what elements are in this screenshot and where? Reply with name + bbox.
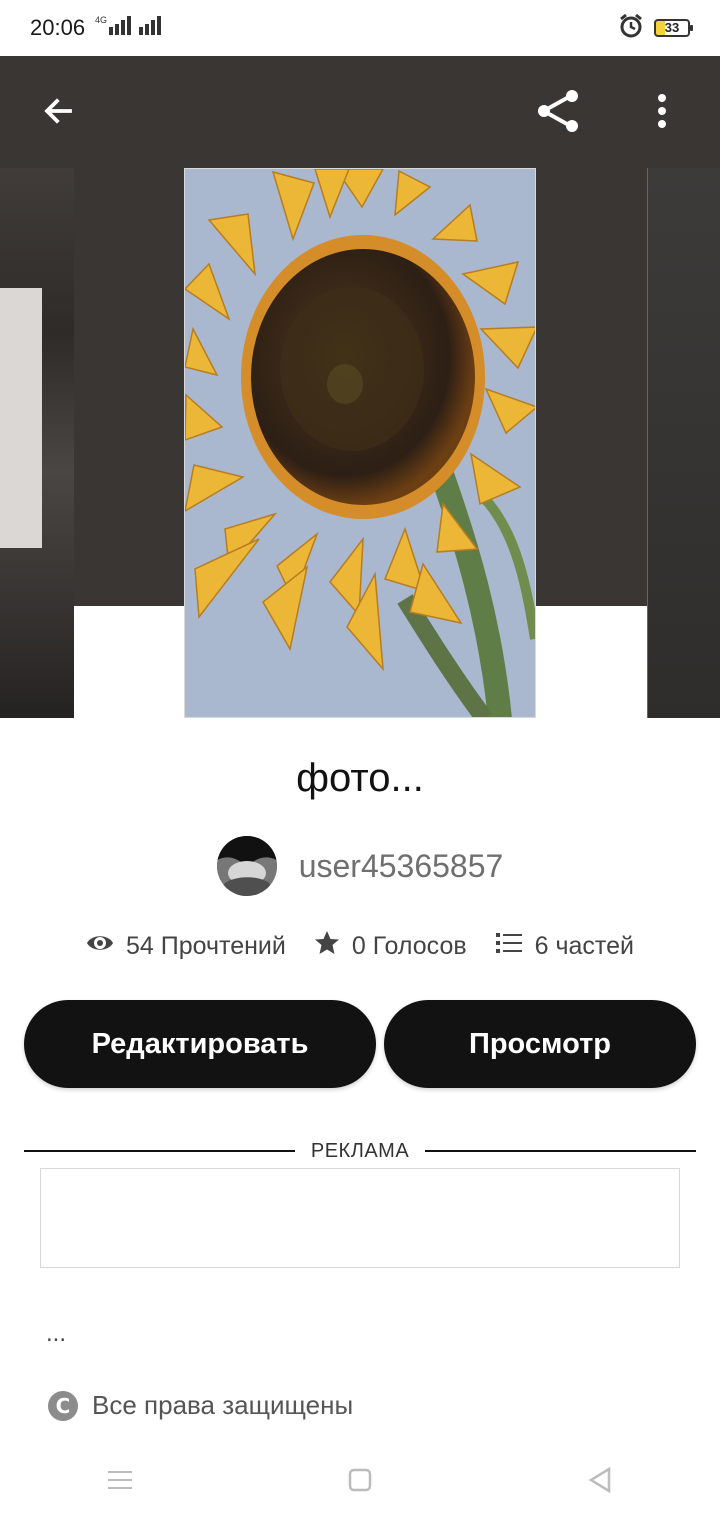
previous-cover[interactable] xyxy=(0,168,74,718)
votes-count: 0 Голосов xyxy=(351,932,467,960)
system-nav-bar xyxy=(0,1440,720,1520)
copyright-icon: C xyxy=(48,1390,78,1421)
author-name[interactable]: user45365857 xyxy=(299,848,504,885)
top-app-bar xyxy=(0,56,720,166)
rights-text: Все права защищены xyxy=(92,1390,354,1420)
votes-stat: 0 Голосов xyxy=(314,930,467,963)
status-right: 33 xyxy=(618,13,693,44)
ad-box[interactable] xyxy=(40,1168,680,1268)
ad-label: РЕКЛАМА xyxy=(310,1139,410,1162)
parts-stat: 6 частей xyxy=(495,931,634,962)
reads-count: 54 Прочтений xyxy=(126,932,286,960)
story-title: фото... xyxy=(296,756,424,800)
ad-label-row: РЕКЛАМА xyxy=(24,1138,697,1164)
parts-count: 6 частей xyxy=(534,932,634,960)
status-left: 20:06 4G xyxy=(30,14,169,42)
ad-divider-left xyxy=(24,1150,295,1152)
status-time: 20:06 xyxy=(30,15,86,40)
list-icon xyxy=(495,931,523,962)
reads-stat: 54 Прочтений xyxy=(86,932,286,961)
back-icon[interactable] xyxy=(570,1450,630,1510)
rights-row: C Все права защищены xyxy=(48,1390,353,1421)
share-icon[interactable] xyxy=(530,83,586,139)
star-icon xyxy=(314,930,340,963)
back-arrow-icon[interactable] xyxy=(30,83,86,139)
story-stats: 54 Прочтений 0 Голосов 6 частей xyxy=(0,930,720,963)
more-vert-icon[interactable] xyxy=(634,83,690,139)
edit-button[interactable]: Редактировать xyxy=(24,1000,376,1088)
eye-icon xyxy=(86,932,114,961)
home-icon[interactable] xyxy=(330,1450,390,1510)
ad-divider-right xyxy=(425,1150,697,1152)
avatar[interactable] xyxy=(216,836,277,896)
next-cover[interactable] xyxy=(647,168,720,718)
signal-icon: 4G xyxy=(95,14,169,42)
view-button[interactable]: Просмотр xyxy=(384,1000,696,1088)
battery-icon: 33 xyxy=(654,19,693,37)
alarm-icon xyxy=(618,13,644,44)
author-row[interactable]: user45365857 xyxy=(0,836,720,896)
menu-icon[interactable] xyxy=(90,1450,150,1510)
story-description: ... xyxy=(46,1320,67,1347)
top-actions xyxy=(530,83,690,139)
svg-text:4G: 4G xyxy=(95,15,107,25)
status-bar: 20:06 4G 33 xyxy=(0,0,720,56)
story-cover[interactable] xyxy=(184,168,536,718)
